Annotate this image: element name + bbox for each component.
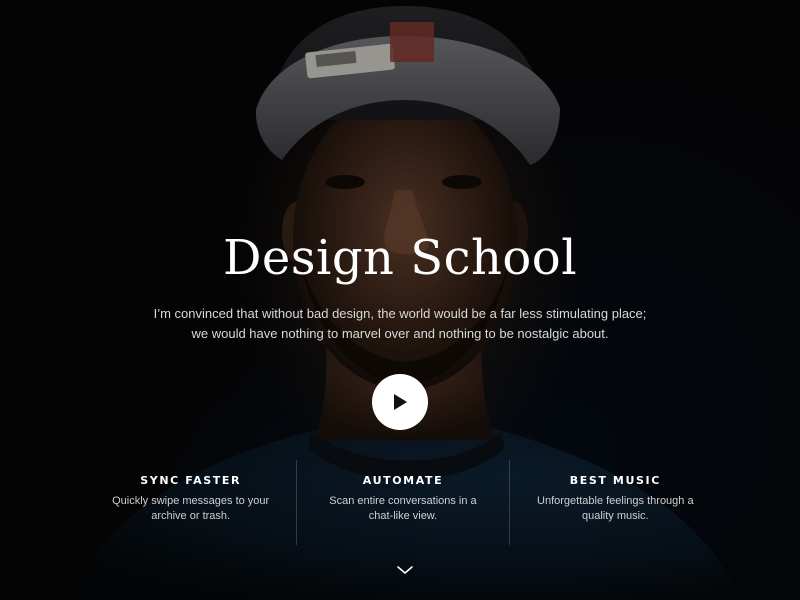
feature-description: Scan entire conversations in a chat-like…: [329, 495, 477, 522]
page-title: Design School: [222, 230, 578, 286]
play-icon: [394, 394, 407, 410]
feature-best-music: BEST MUSIC Unforgettable feelings throug…: [508, 460, 721, 545]
feature-description: Unforgettable feelings through a quality…: [537, 495, 694, 522]
feature-title: SYNC FASTER: [140, 474, 242, 487]
chevron-down-icon: [397, 566, 413, 574]
play-video-button[interactable]: [372, 374, 428, 430]
features-row: SYNC FASTER Quickly swipe messages to yo…: [85, 460, 721, 545]
feature-description: Quickly swipe messages to your archive o…: [112, 495, 270, 522]
feature-automate: AUTOMATE Scan entire conversations in a …: [296, 460, 508, 545]
feature-title: AUTOMATE: [362, 474, 444, 487]
hero-subtitle: I’m convinced that without bad design, t…: [153, 306, 647, 341]
hero-section: Design School I’m convinced that without…: [0, 0, 800, 600]
feature-sync-faster: SYNC FASTER Quickly swipe messages to yo…: [85, 460, 296, 545]
feature-title: BEST MUSIC: [569, 474, 661, 487]
scroll-down-button[interactable]: [393, 562, 417, 578]
